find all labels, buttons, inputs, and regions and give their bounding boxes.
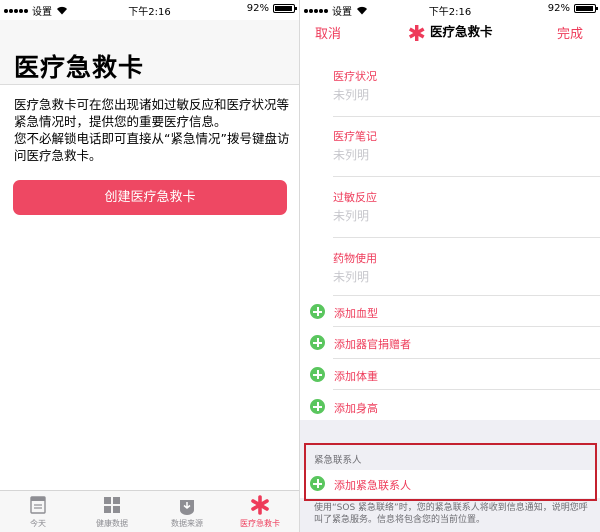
divider [333, 176, 600, 177]
field-value[interactable]: 未列明 [333, 207, 369, 224]
add-plus-icon[interactable] [310, 335, 325, 350]
tab-today[interactable]: 今天 [8, 495, 68, 529]
add-blood-type-row[interactable]: 添加血型 [310, 304, 600, 324]
battery-icon [574, 4, 598, 13]
add-row-label: 添加器官捐赠者 [334, 338, 411, 351]
field-label: 医疗状况 [333, 70, 377, 83]
field-value[interactable]: 未列明 [333, 146, 369, 163]
add-plus-icon[interactable] [310, 304, 325, 319]
status-bar: 设置 下午2:16 92% [300, 0, 600, 20]
navigation-bar: 取消 ✱ 医疗急救卡 完成 [300, 20, 600, 47]
add-height-row[interactable]: 添加身高 [310, 399, 600, 419]
add-organ-donor-row[interactable]: 添加器官捐赠者 [310, 335, 600, 355]
tab-medical-id[interactable]: 医疗急救卡 [230, 495, 290, 529]
tab-label: 数据来源 [171, 519, 203, 528]
page-title: 医疗急救卡 [14, 53, 145, 82]
medical-star-icon: ✱ [407, 22, 426, 47]
create-medical-id-button[interactable]: 创建医疗急救卡 [13, 180, 287, 215]
battery-percent: 92% [246, 3, 269, 14]
field-label: 药物使用 [333, 252, 377, 265]
status-bar: 设置 下午2:16 92% [0, 0, 299, 20]
sources-icon [180, 500, 194, 515]
nav-title-text: 医疗急救卡 [429, 24, 493, 39]
battery-percent: 92% [547, 3, 570, 14]
tab-label: 健康数据 [96, 519, 128, 528]
done-button[interactable]: 完成 [557, 23, 583, 42]
add-plus-icon[interactable] [310, 399, 325, 414]
add-row-label: 添加体重 [334, 370, 378, 383]
battery-icon [273, 4, 297, 13]
medical-id-icon [251, 495, 269, 515]
divider [333, 237, 600, 238]
add-plus-icon[interactable] [310, 367, 325, 382]
nav-title: ✱ 医疗急救卡 [300, 21, 600, 47]
description: 医疗急救卡可在您出现诸如过敏反应和医疗状况等紧急情况时，提供您的重要医疗信息。 … [14, 96, 291, 164]
add-row-label: 添加血型 [334, 307, 378, 320]
today-icon [30, 496, 46, 514]
tab-sources[interactable]: 数据来源 [157, 495, 217, 529]
field-label: 过敏反应 [333, 191, 377, 204]
tab-health-data[interactable]: 健康数据 [82, 495, 142, 529]
field-medications[interactable]: 药物使用 未列明 [333, 250, 600, 300]
page-header: 医疗急救卡 [0, 20, 299, 85]
left-screen: 设置 下午2:16 92% 医疗急救卡 医疗急救卡可在您出现诸如过敏反应和医疗状… [0, 0, 300, 532]
description-paragraph-1: 医疗急救卡可在您出现诸如过敏反应和医疗状况等紧急情况时，提供您的重要医疗信息。 [14, 97, 290, 129]
divider [333, 389, 600, 390]
field-value[interactable]: 未列明 [333, 268, 369, 285]
field-medical-conditions[interactable]: 医疗状况 未列明 [333, 68, 600, 118]
section-footer: 使用“SOS 紧急联络”时，您的紧急联系人将收到信息通知，说明您呼叫了紧急服务。… [314, 503, 588, 525]
field-allergies[interactable]: 过敏反应 未列明 [333, 189, 600, 239]
field-value[interactable]: 未列明 [333, 86, 369, 103]
divider [333, 295, 600, 296]
field-label: 医疗笔记 [333, 130, 377, 143]
tab-label: 今天 [30, 519, 46, 528]
description-paragraph-2: 您不必解锁电话即可直接从“紧急情况”拨号键盘访问医疗急救卡。 [14, 131, 290, 163]
health-data-icon [104, 497, 120, 513]
add-row-label: 添加身高 [334, 402, 378, 415]
tab-bar: 今天 健康数据 数据来源 医疗急救卡 [0, 490, 299, 532]
divider [333, 358, 600, 359]
field-medical-notes[interactable]: 医疗笔记 未列明 [333, 128, 600, 178]
add-weight-row[interactable]: 添加体重 [310, 367, 600, 387]
divider [333, 116, 600, 117]
highlight-annotation [304, 443, 597, 501]
tab-label: 医疗急救卡 [240, 519, 280, 528]
divider [333, 326, 600, 327]
